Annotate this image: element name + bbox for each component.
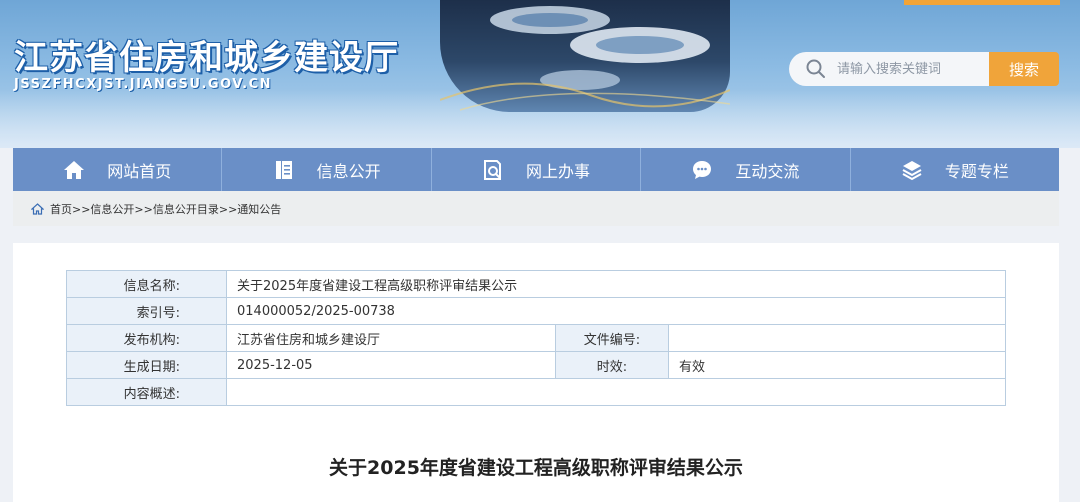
info-date-value: 2025-12-05	[226, 351, 556, 379]
search-button[interactable]: 搜索	[989, 52, 1059, 86]
info-index-value: 014000052/2025-00738	[226, 297, 1006, 325]
info-table: 信息名称: 关于2025年度省建设工程高级职称评审结果公示 索引号: 01400…	[66, 270, 1006, 406]
nav-item-online-service[interactable]: 网上办事	[432, 148, 642, 191]
home-icon	[31, 202, 44, 215]
chat-icon	[693, 160, 712, 179]
search-icon	[806, 59, 825, 78]
info-org-value: 江苏省住房和城乡建设厅	[226, 324, 556, 352]
info-org-label: 发布机构:	[66, 324, 227, 352]
nav-item-label: 网上办事	[526, 161, 591, 181]
site-header: 江苏省住房和城乡建设厅 JSSZFHCXJST.JIANGSU.GOV.CN 搜…	[0, 0, 1080, 148]
nav-item-interaction[interactable]: 互动交流	[641, 148, 851, 191]
search-input[interactable]	[835, 60, 989, 78]
info-name-value: 关于2025年度省建设工程高级职称评审结果公示	[226, 270, 1006, 298]
info-name-label: 信息名称:	[66, 270, 227, 298]
table-row: 生成日期: 2025-12-05 时效: 有效	[66, 351, 1006, 379]
document-icon	[275, 160, 292, 179]
search-doc-icon	[484, 159, 501, 180]
info-summary-value	[226, 378, 1006, 406]
document-title: 关于2025年度省建设工程高级职称评审结果公示	[329, 457, 743, 479]
layers-icon	[902, 160, 922, 180]
search-box	[789, 52, 989, 86]
info-validity-value: 有效	[668, 351, 1006, 379]
site-domain: JSSZFHCXJST.JIANGSU.GOV.CN	[14, 77, 273, 92]
info-summary-label: 内容概述:	[66, 378, 227, 406]
nav-item-label: 专题专栏	[944, 161, 1009, 181]
header-accent-strip	[904, 0, 1060, 5]
table-row: 索引号: 014000052/2025-00738	[66, 297, 1006, 325]
table-row: 信息名称: 关于2025年度省建设工程高级职称评审结果公示	[66, 270, 1006, 298]
table-row: 内容概述:	[66, 378, 1006, 406]
info-docno-label: 文件编号:	[555, 324, 669, 352]
nav-item-label: 信息公开	[316, 161, 381, 181]
nav-item-special-topics[interactable]: 专题专栏	[851, 148, 1059, 191]
info-index-label: 索引号:	[66, 297, 227, 325]
main-content: 信息名称: 关于2025年度省建设工程高级职称评审结果公示 索引号: 01400…	[13, 243, 1059, 502]
header-stadium-photo	[439, 0, 731, 112]
home-icon	[64, 160, 85, 179]
info-date-label: 生成日期:	[66, 351, 227, 379]
nav-item-label: 互动交流	[735, 161, 800, 181]
breadcrumb: 首页>>信息公开>>信息公开目录>>通知公告	[13, 191, 1059, 226]
table-row: 发布机构: 江苏省住房和城乡建设厅 文件编号:	[66, 324, 1006, 352]
site-title[interactable]: 江苏省住房和城乡建设厅	[14, 30, 399, 79]
nav-item-label: 网站首页	[107, 161, 172, 181]
info-validity-label: 时效:	[555, 351, 669, 379]
main-nav: 网站首页 信息公开 网上办事 互动交流 专题专栏	[13, 148, 1059, 191]
nav-item-home[interactable]: 网站首页	[13, 148, 223, 191]
breadcrumb-text[interactable]: 首页>>信息公开>>信息公开目录>>通知公告	[50, 201, 281, 217]
info-docno-value	[668, 324, 1006, 352]
nav-item-info-public[interactable]: 信息公开	[222, 148, 432, 191]
